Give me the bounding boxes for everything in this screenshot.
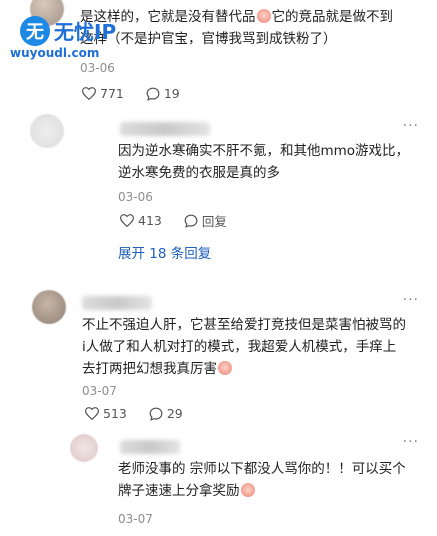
heart-icon [82, 87, 96, 100]
emoji-icon [256, 9, 271, 23]
username[interactable] [120, 440, 180, 454]
reply-count: 29 [166, 406, 183, 421]
username[interactable] [120, 122, 210, 136]
comment-text: 不止不强迫人肝，它甚至给爱打竞技但是菜害怕被骂的 i人做了和人机对打的模式，我超… [82, 317, 406, 377]
expand-replies-link[interactable]: 展开 18 条回复 [118, 242, 211, 262]
more-icon[interactable]: ··· [403, 292, 419, 308]
watermark-url: wuyoudl.com [10, 46, 100, 60]
like-button[interactable]: 413 [120, 213, 162, 228]
comment-actions: 513 29 [85, 406, 205, 421]
like-count: 771 [100, 86, 124, 101]
reply-button[interactable]: 19 [146, 86, 180, 101]
avatar[interactable] [32, 290, 66, 324]
like-count: 513 [103, 406, 127, 421]
reply-label: 回复 [201, 214, 227, 229]
like-count: 413 [138, 213, 162, 228]
comment-icon [184, 214, 198, 228]
heart-icon [85, 407, 99, 420]
comment-actions: 771 19 [82, 86, 202, 101]
reply-button[interactable]: 回复 [184, 211, 227, 230]
comment-time: 03-06 [118, 190, 153, 204]
heart-icon [120, 214, 134, 227]
comment-time: 03-06 [80, 61, 115, 75]
avatar[interactable] [70, 434, 98, 462]
comment-text: 因为逆水寒确实不肝不氪，和其他mmo游戏比， 逆水寒免费的衣服是真的多 [118, 143, 410, 181]
comment-icon [146, 87, 160, 101]
avatar[interactable] [30, 114, 64, 148]
emoji-icon [240, 483, 255, 497]
watermark-title: 无忧IP [54, 20, 117, 44]
comment-text: 老师没事的 宗师以下都没人骂你的！！可以买个 牌子速速上分拿奖励 [118, 461, 406, 499]
comment-icon [149, 407, 163, 421]
like-button[interactable]: 771 [82, 86, 124, 101]
emoji-icon [218, 361, 232, 375]
reply-button[interactable]: 29 [149, 406, 183, 421]
username[interactable] [82, 296, 152, 310]
comment-3: ··· 不止不强迫人肝，它甚至给爱打竞技但是菜害怕被骂的 i人做了和人机对打的模… [0, 290, 437, 430]
comment-actions: 413 回复 [120, 211, 249, 230]
comment-2: ··· 因为逆水寒确实不肝不氪，和其他mmo游戏比， 逆水寒免费的衣服是真的多 … [0, 112, 437, 272]
comment-4: ··· 老师没事的 宗师以下都没人骂你的！！可以买个 牌子速速上分拿奖励 03-… [0, 432, 437, 536]
reply-count: 19 [163, 86, 180, 101]
more-icon[interactable]: ··· [403, 434, 419, 450]
watermark-logo: 无 无忧IP wuyoudl.com [10, 14, 128, 60]
comment-time: 03-07 [82, 384, 117, 398]
more-icon[interactable]: ··· [403, 118, 419, 134]
comment-time: 03-07 [118, 512, 153, 526]
like-button[interactable]: 513 [85, 406, 127, 421]
watermark-badge: 无 [20, 16, 50, 46]
